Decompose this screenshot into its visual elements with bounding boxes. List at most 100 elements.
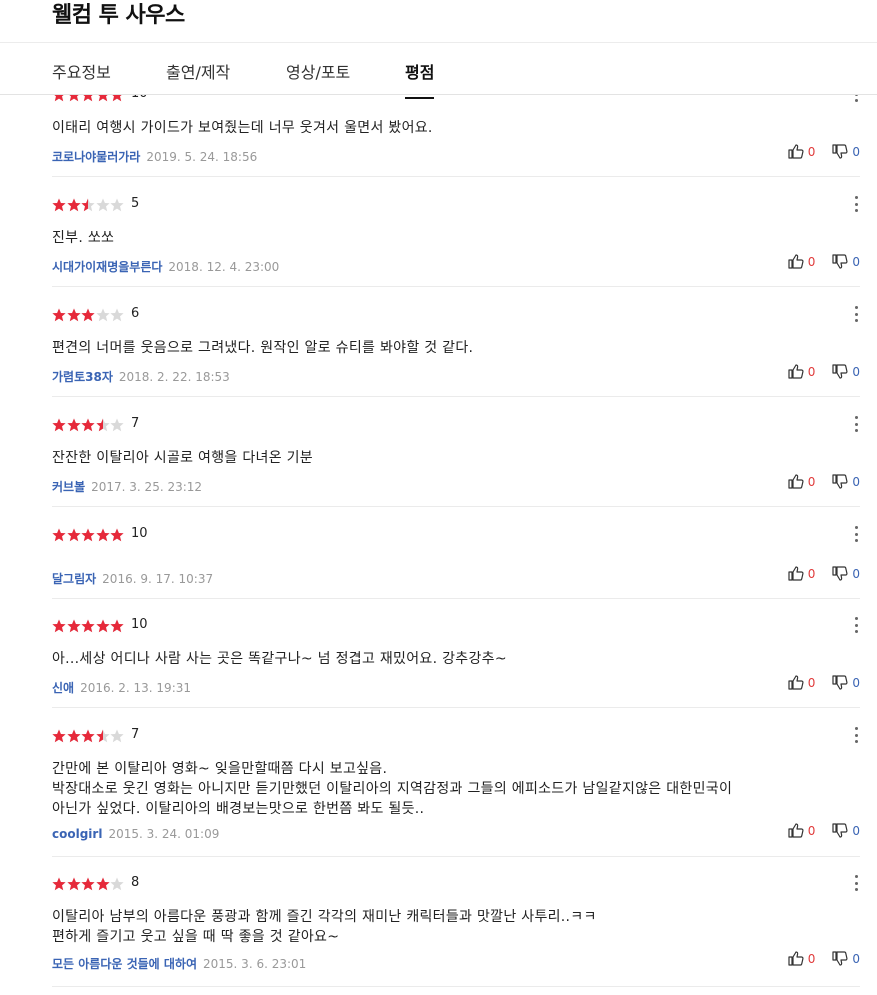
thumbs-down-icon <box>832 254 852 269</box>
thumbs-down-icon <box>832 364 852 379</box>
review-text: 간만에 본 이탈리아 영화~ 잊을만할때쯤 다시 보고싶음. 박장대소로 웃긴 … <box>52 761 733 817</box>
thumbs-up-icon <box>788 951 808 966</box>
review-meta: 가렴토38자 2018. 2. 22. 18:53 <box>52 368 230 385</box>
star-icon <box>96 877 111 891</box>
review-item: 6 편견의 너머를 웃음으로 그려냈다. 원작인 알로 슈티를 봐야할 것 같다… <box>52 302 860 397</box>
more-options-icon[interactable] <box>850 416 862 432</box>
review-author[interactable]: 가렴토38자 <box>52 370 113 384</box>
star-icon <box>52 877 67 891</box>
review-date: 2017. 3. 25. 23:12 <box>91 480 203 494</box>
tab-cast-crew[interactable]: 출연/제작 <box>166 59 230 83</box>
like-button[interactable]: 0 <box>788 951 815 966</box>
rating-score: 7 <box>131 416 140 431</box>
star-rating <box>52 877 125 891</box>
like-button[interactable]: 0 <box>788 823 815 838</box>
page-title: 웰컴 투 사우스 <box>52 3 185 28</box>
rating-score: 7 <box>131 727 140 742</box>
like-button[interactable]: 0 <box>788 364 816 379</box>
review-author[interactable]: 신애 <box>52 681 74 695</box>
review-text: 이탈리아 남부의 아름다운 풍광과 함께 즐긴 각각의 재미난 캐릭터들과 맛깔… <box>52 909 597 945</box>
tab-rating[interactable]: 평점 <box>405 59 435 99</box>
star-icon <box>52 619 67 633</box>
review-author[interactable]: 달그림자 <box>52 572 96 586</box>
review-date: 2019. 5. 24. 18:56 <box>146 150 258 164</box>
rating-score: 10 <box>131 617 148 632</box>
thumbs-up-icon <box>788 254 808 269</box>
review-author[interactable]: 커브볼 <box>52 480 85 494</box>
vote-buttons: 0 0 <box>788 823 860 838</box>
vote-buttons: 0 0 <box>788 675 860 690</box>
star-icon <box>110 877 125 891</box>
dislike-button[interactable]: 0 <box>832 364 860 379</box>
star-icon <box>96 308 111 322</box>
dislike-count: 0 <box>852 823 860 838</box>
star-icon <box>66 308 82 322</box>
dislike-button[interactable]: 0 <box>832 823 860 838</box>
like-button[interactable]: 0 <box>788 566 815 581</box>
star-rating <box>52 308 125 322</box>
star-icon <box>52 729 67 743</box>
more-options-icon[interactable] <box>850 617 862 633</box>
review-item: 8 이탈리아 남부의 아름다운 풍광과 함께 즐긴 각각의 재미난 캐릭터들과 … <box>52 871 860 987</box>
star-rating <box>52 198 125 212</box>
thumbs-down-icon <box>832 823 852 838</box>
rating-score: 10 <box>131 526 148 541</box>
like-count: 0 <box>807 364 816 379</box>
tab-main-info[interactable]: 주요정보 <box>52 59 111 83</box>
review-author[interactable]: 모든 아름다운 것들에 대하여 <box>52 957 197 971</box>
vote-buttons: 0 0 <box>788 254 860 269</box>
review-item: 7 간만에 본 이탈리아 영화~ 잊을만할때쯤 다시 보고싶음. 박장대소로 웃… <box>52 723 860 857</box>
more-options-icon[interactable] <box>850 727 862 743</box>
thumbs-down-icon <box>832 474 852 489</box>
star-icon <box>81 528 96 542</box>
dislike-button[interactable]: 0 <box>832 254 860 269</box>
like-button[interactable]: 0 <box>788 675 815 690</box>
review-item: 7 잔잔한 이탈리아 시골로 여행을 다녀온 기분 커브볼 2017. 3. 25… <box>52 412 860 507</box>
review-date: 2015. 3. 6. 23:01 <box>203 957 307 971</box>
vote-buttons: 0 0 <box>788 144 860 159</box>
dislike-button[interactable]: 0 <box>832 951 860 966</box>
review-item: 5 진부. 쏘쏘 시대가이재명을부른다 2018. 12. 4. 23:00 0 … <box>52 192 860 287</box>
dislike-button[interactable]: 0 <box>832 144 860 159</box>
rating-score: 6 <box>131 306 140 321</box>
page-header: 웰컴 투 사우스 <box>0 0 877 43</box>
tab-video-photo[interactable]: 영상/포토 <box>286 59 350 83</box>
star-icon <box>96 619 111 633</box>
review-list: 10 이태리 여행시 가이드가 보여줬는데 너무 웃겨서 울면서 봤어요. 코로… <box>0 0 877 995</box>
review-author[interactable]: coolgirl <box>52 827 102 841</box>
review-author[interactable]: 코로나야물러가라 <box>52 150 140 164</box>
like-button[interactable]: 0 <box>788 474 816 489</box>
dislike-count: 0 <box>852 144 860 159</box>
review-date: 2018. 12. 4. 23:00 <box>168 260 280 274</box>
thumbs-up-icon <box>788 675 808 690</box>
dislike-button[interactable]: 0 <box>832 566 860 581</box>
thumbs-up-icon <box>788 474 808 489</box>
like-count: 0 <box>807 474 816 489</box>
dislike-button[interactable]: 0 <box>832 675 860 690</box>
star-icon <box>110 418 125 432</box>
like-button[interactable]: 0 <box>788 254 815 269</box>
tab-bar: 주요정보 출연/제작 영상/포토 평점 <box>0 43 877 99</box>
review-author[interactable]: 시대가이재명을부른다 <box>52 260 162 274</box>
like-button[interactable]: 0 <box>788 144 815 159</box>
dislike-button[interactable]: 0 <box>832 474 860 489</box>
more-options-icon[interactable] <box>850 306 862 322</box>
review-text: 잔잔한 이탈리아 시골로 여행을 다녀온 기분 <box>52 450 313 466</box>
star-icon <box>110 308 125 322</box>
star-icon <box>52 198 67 212</box>
review-meta: coolgirl 2015. 3. 24. 01:09 <box>52 827 219 841</box>
star-icon <box>81 418 96 432</box>
thumbs-down-icon <box>832 144 852 159</box>
vote-buttons: 0 0 <box>788 474 860 489</box>
star-icon <box>81 308 96 322</box>
star-icon <box>52 528 67 542</box>
thumbs-up-icon <box>788 144 808 159</box>
more-options-icon[interactable] <box>850 196 862 212</box>
review-item: 10 아...세상 어디나 사람 사는 곳은 똑같구나~ 넘 정겹고 재밌어요.… <box>52 613 860 708</box>
dislike-count: 0 <box>852 474 860 489</box>
star-icon <box>96 528 111 542</box>
more-options-icon[interactable] <box>850 526 862 542</box>
thumbs-up-icon <box>788 823 808 838</box>
more-options-icon[interactable] <box>850 875 862 891</box>
star-rating <box>52 528 125 542</box>
